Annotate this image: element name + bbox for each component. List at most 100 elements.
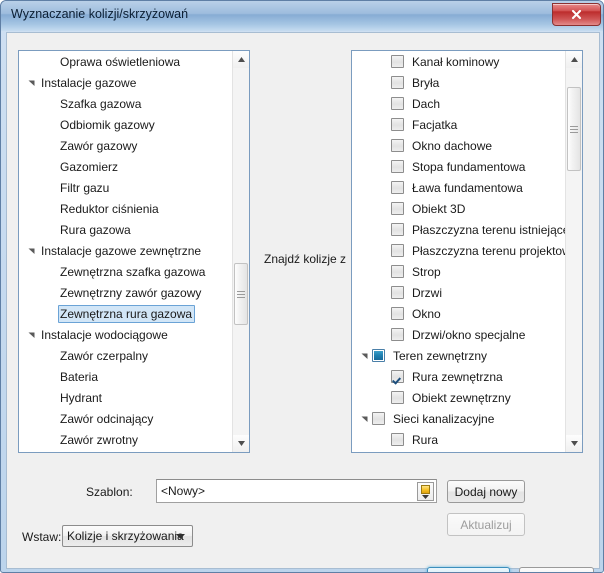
tree-expander-placeholder — [376, 247, 391, 255]
tree-checkbox-item[interactable]: Kanał kominowy — [352, 51, 565, 72]
checkbox-unchecked[interactable] — [391, 244, 404, 257]
tree-item[interactable]: Rura gazowa — [19, 219, 232, 240]
tree-item-label: Obiekt 3D — [412, 201, 466, 216]
tree-checkbox-item[interactable]: Sieci kanalizacyjne — [352, 408, 565, 429]
tree-item[interactable]: Bateria — [19, 366, 232, 387]
cancel-button[interactable]: Anuluj — [519, 567, 594, 572]
checkbox-unchecked[interactable] — [391, 286, 404, 299]
tree-checkbox-item[interactable]: Rura — [352, 429, 565, 450]
tree-item[interactable]: Zawór gazowy — [19, 135, 232, 156]
tree-item[interactable]: Zawór odcinający — [19, 408, 232, 429]
chevron-up-icon — [570, 57, 578, 62]
template-picker-button[interactable] — [417, 482, 434, 501]
checkbox-unchecked[interactable] — [391, 76, 404, 89]
tree-item[interactable]: Instalacje gazowe — [19, 72, 232, 93]
checkbox-unchecked[interactable] — [391, 181, 404, 194]
tree-checkbox-item[interactable]: Płaszczyzna terenu projektow... — [352, 240, 565, 261]
insert-mode-select[interactable]: Kolizje i skrzyżowania — [62, 525, 193, 547]
checkbox-unchecked[interactable] — [391, 55, 404, 68]
ok-button[interactable]: OK — [427, 567, 510, 572]
tree-item-label: Obiekt łączący — [410, 452, 493, 453]
tree-item[interactable]: Zewnętrzna szafka gazowa — [19, 261, 232, 282]
checkbox-unchecked[interactable] — [391, 139, 404, 152]
tree-checkbox-item[interactable]: Strop — [352, 261, 565, 282]
tree-checkbox-item[interactable]: Ława fundamentowa — [352, 177, 565, 198]
tree-item[interactable]: Oprawa oświetleniowa — [19, 51, 232, 72]
dialog-client-area: Oprawa oświetleniowa Instalacje gazowe Sza… — [6, 32, 600, 572]
tree-checkbox-item[interactable]: Stopa fundamentowa — [352, 156, 565, 177]
checkbox-unchecked[interactable] — [391, 160, 404, 173]
tree-checkbox-item[interactable]: Teren zewnętrzny — [352, 345, 565, 366]
tree-checkbox-item[interactable]: Drzwi — [352, 282, 565, 303]
tree-checkbox-item[interactable]: Facjatka — [352, 114, 565, 135]
tree-expander-expanded-icon[interactable] — [24, 247, 39, 255]
tree-item[interactable]: Hydrant — [19, 387, 232, 408]
tree-item-label: Okno — [412, 306, 441, 321]
tree-item[interactable]: Szafka gazowa — [19, 93, 232, 114]
scroll-down-button-left[interactable] — [233, 435, 249, 452]
tree-checkbox-item[interactable]: Dach — [352, 93, 565, 114]
tree-item[interactable]: Instalacje gazowe zewnętrzne — [19, 240, 232, 261]
checkbox-unchecked[interactable] — [391, 202, 404, 215]
tree-item[interactable]: Odbiomik gazowy — [19, 114, 232, 135]
tree-item-label: Facjatka — [412, 117, 458, 132]
tree-expander-placeholder — [43, 310, 58, 318]
tree-item[interactable]: Zawór równoważący — [19, 450, 232, 452]
tree-item[interactable]: Instalacje wodociągowe — [19, 324, 232, 345]
checkbox-indeterminate[interactable] — [372, 349, 385, 362]
checkbox-unchecked[interactable] — [391, 118, 404, 131]
tree-checkbox-item[interactable]: Okno dachowe — [352, 135, 565, 156]
tree-item[interactable]: Gazomierz — [19, 156, 232, 177]
scroll-thumb-left[interactable] — [234, 263, 248, 325]
target-tree-scrollbar[interactable] — [565, 51, 582, 452]
tree-checkbox-item[interactable]: Okno — [352, 303, 565, 324]
checkbox-unchecked[interactable] — [391, 307, 404, 320]
checkbox-unchecked[interactable] — [391, 265, 404, 278]
tree-expander-expanded-icon[interactable] — [24, 331, 39, 339]
tree-expander-expanded-icon[interactable] — [357, 415, 372, 423]
checkbox-unchecked[interactable] — [391, 391, 404, 404]
scroll-down-button-right[interactable] — [566, 435, 582, 452]
tree-item-label: Instalacje gazowe — [41, 75, 137, 90]
checkbox-unchecked[interactable] — [372, 412, 385, 425]
tree-item[interactable]: Reduktor ciśnienia — [19, 198, 232, 219]
template-field[interactable]: <Nowy> — [156, 479, 437, 503]
scroll-thumb-right[interactable] — [567, 87, 581, 171]
chevron-down-icon — [422, 494, 429, 499]
checkbox-checked[interactable] — [391, 370, 404, 383]
gold-template-icon — [421, 484, 430, 494]
update-template-button[interactable]: Aktualizuj — [447, 513, 525, 536]
tree-item[interactable]: Zawór zwrotny — [19, 429, 232, 450]
scroll-up-button-right[interactable] — [566, 51, 582, 68]
target-object-tree[interactable]: Kanał kominowy Bryła Dach Facjatka Okno dach… — [351, 50, 583, 453]
tree-item[interactable]: Zewnętrzna rura gazowa — [19, 303, 232, 324]
tree-checkbox-item[interactable]: Obiekt zewnętrzny — [352, 387, 565, 408]
source-tree-scrollbar[interactable] — [232, 51, 249, 452]
tree-item[interactable]: Filtr gazu — [19, 177, 232, 198]
checkbox-unchecked[interactable] — [391, 328, 404, 341]
tree-item[interactable]: Zawór czerpalny — [19, 345, 232, 366]
tree-checkbox-item[interactable]: Drzwi/okno specjalne — [352, 324, 565, 345]
add-new-template-button[interactable]: Dodaj nowy — [447, 480, 525, 503]
tree-item[interactable]: Zewnętrzny zawór gazowy — [19, 282, 232, 303]
scroll-up-button-left[interactable] — [233, 51, 249, 68]
tree-expander-placeholder — [376, 394, 391, 402]
checkbox-unchecked[interactable] — [391, 223, 404, 236]
tree-expander-placeholder — [43, 205, 58, 213]
tree-expander-expanded-icon[interactable] — [24, 79, 39, 87]
tree-item-label: Reduktor ciśnienia — [60, 201, 159, 216]
tree-expander-expanded-icon[interactable] — [357, 352, 372, 360]
close-button[interactable] — [552, 3, 601, 26]
tree-checkbox-item[interactable]: Bryła — [352, 72, 565, 93]
checkbox-unchecked[interactable] — [391, 433, 404, 446]
tree-expander-placeholder — [43, 289, 58, 297]
tree-expander-placeholder — [376, 289, 391, 297]
tree-expander-placeholder — [43, 352, 58, 360]
tree-checkbox-item[interactable]: Obiekt 3D — [352, 198, 565, 219]
tree-checkbox-item[interactable]: Obiekt łączący — [352, 450, 565, 452]
source-object-tree[interactable]: Oprawa oświetleniowa Instalacje gazowe Sza… — [18, 50, 250, 453]
checkbox-unchecked[interactable] — [391, 97, 404, 110]
tree-checkbox-item[interactable]: Płaszczyzna terenu istniejącego — [352, 219, 565, 240]
tree-checkbox-item[interactable]: Rura zewnętrzna — [352, 366, 565, 387]
dialog-window: Wyznaczanie kolizji/skrzyżowań Oprawa oś… — [0, 0, 604, 573]
